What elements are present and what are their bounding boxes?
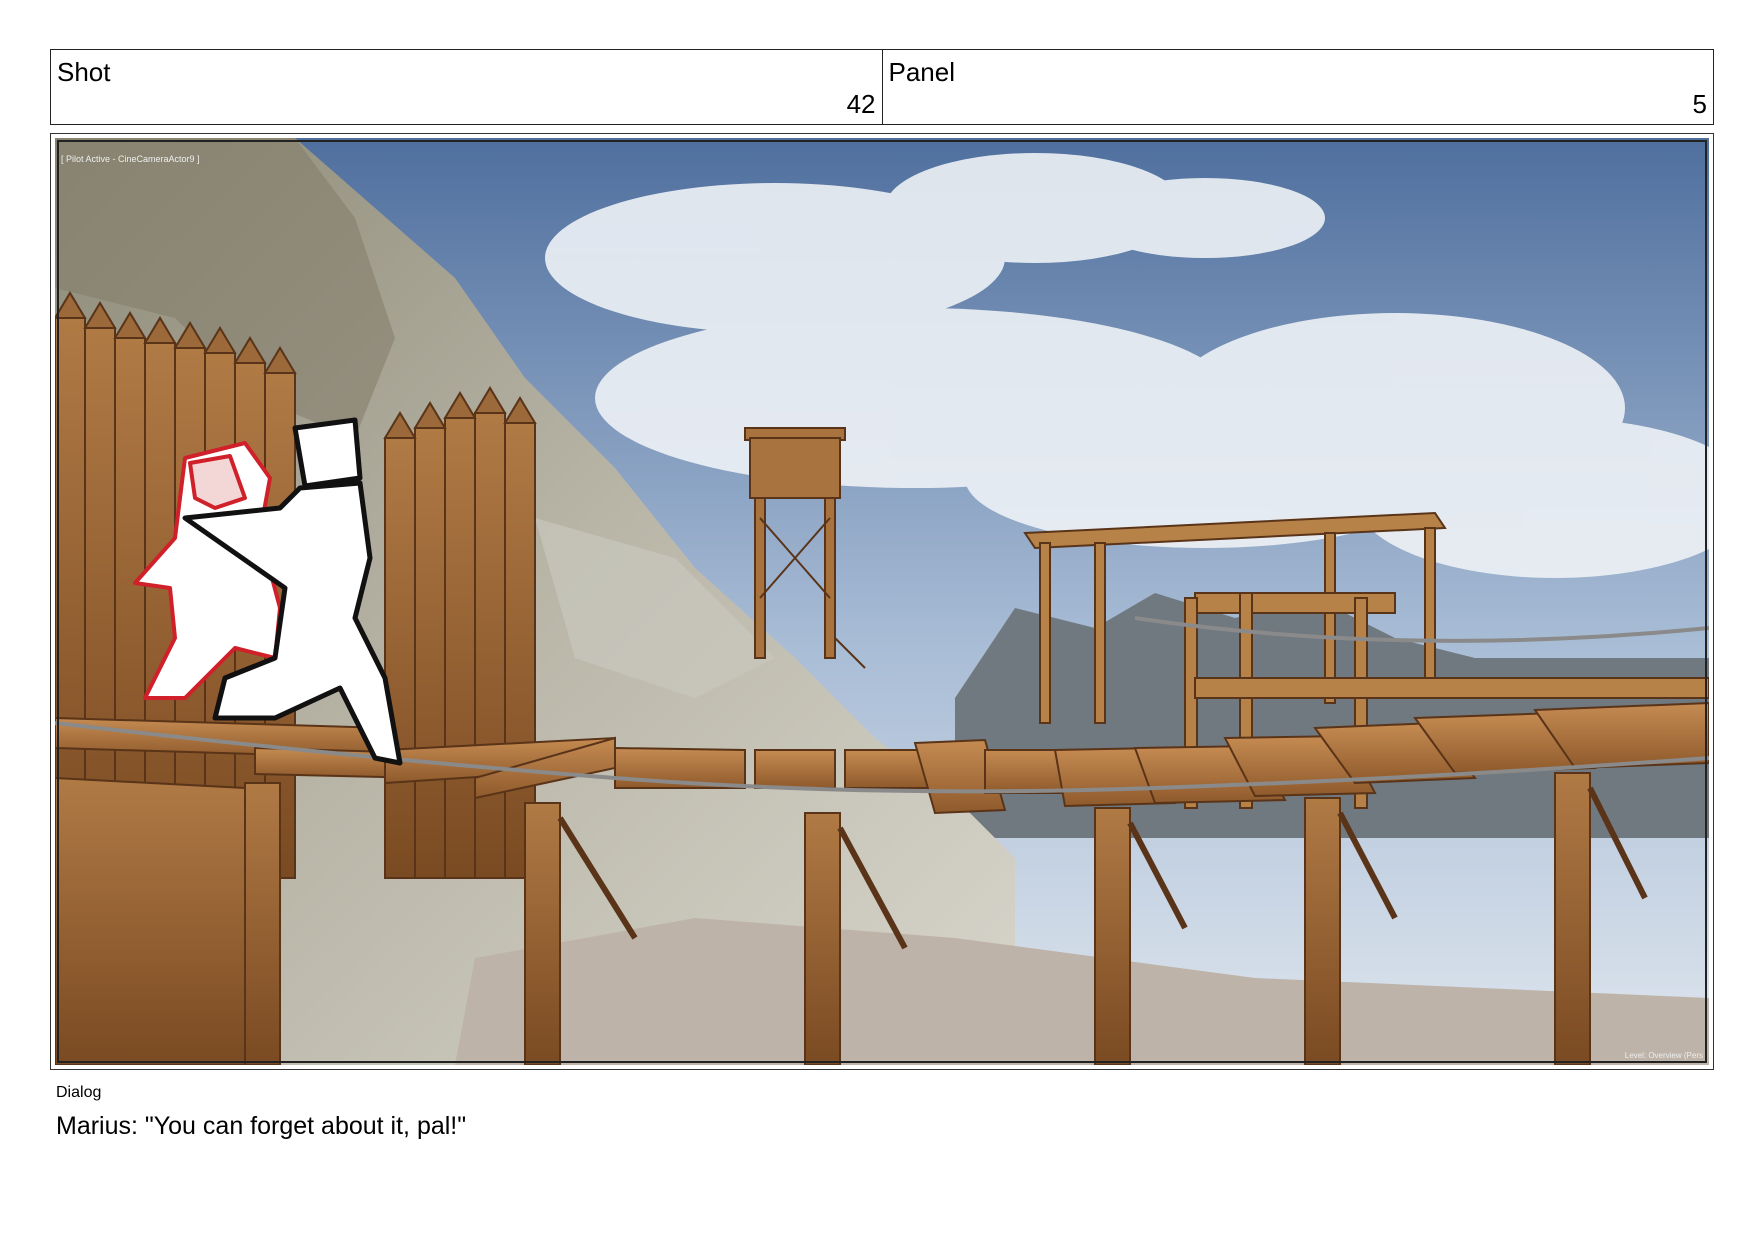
dialog-label: Dialog xyxy=(56,1084,102,1101)
viewport-overlay-bottom: Level: Overview (Pers xyxy=(1625,1051,1703,1060)
panel-number: 5 xyxy=(1692,89,1707,119)
storyboard-frame: [ Pilot Active - CineCameraActor9 ] Leve… xyxy=(50,133,1714,1070)
viewport-overlay-top: [ Pilot Active - CineCameraActor9 ] xyxy=(61,154,200,164)
panel-label: Panel xyxy=(888,57,956,87)
shot-label: Shot xyxy=(57,57,111,87)
shot-panel-header: Shot 42 Panel 5 xyxy=(50,49,1714,125)
dialog-text: Marius: "You can forget about it, pal!" xyxy=(56,1112,467,1140)
panel-cell: Panel 5 xyxy=(881,50,1714,124)
scene-image: [ Pilot Active - CineCameraActor9 ] Leve… xyxy=(55,138,1709,1065)
shot-number: 42 xyxy=(846,89,876,119)
shot-cell: Shot 42 xyxy=(51,50,882,124)
